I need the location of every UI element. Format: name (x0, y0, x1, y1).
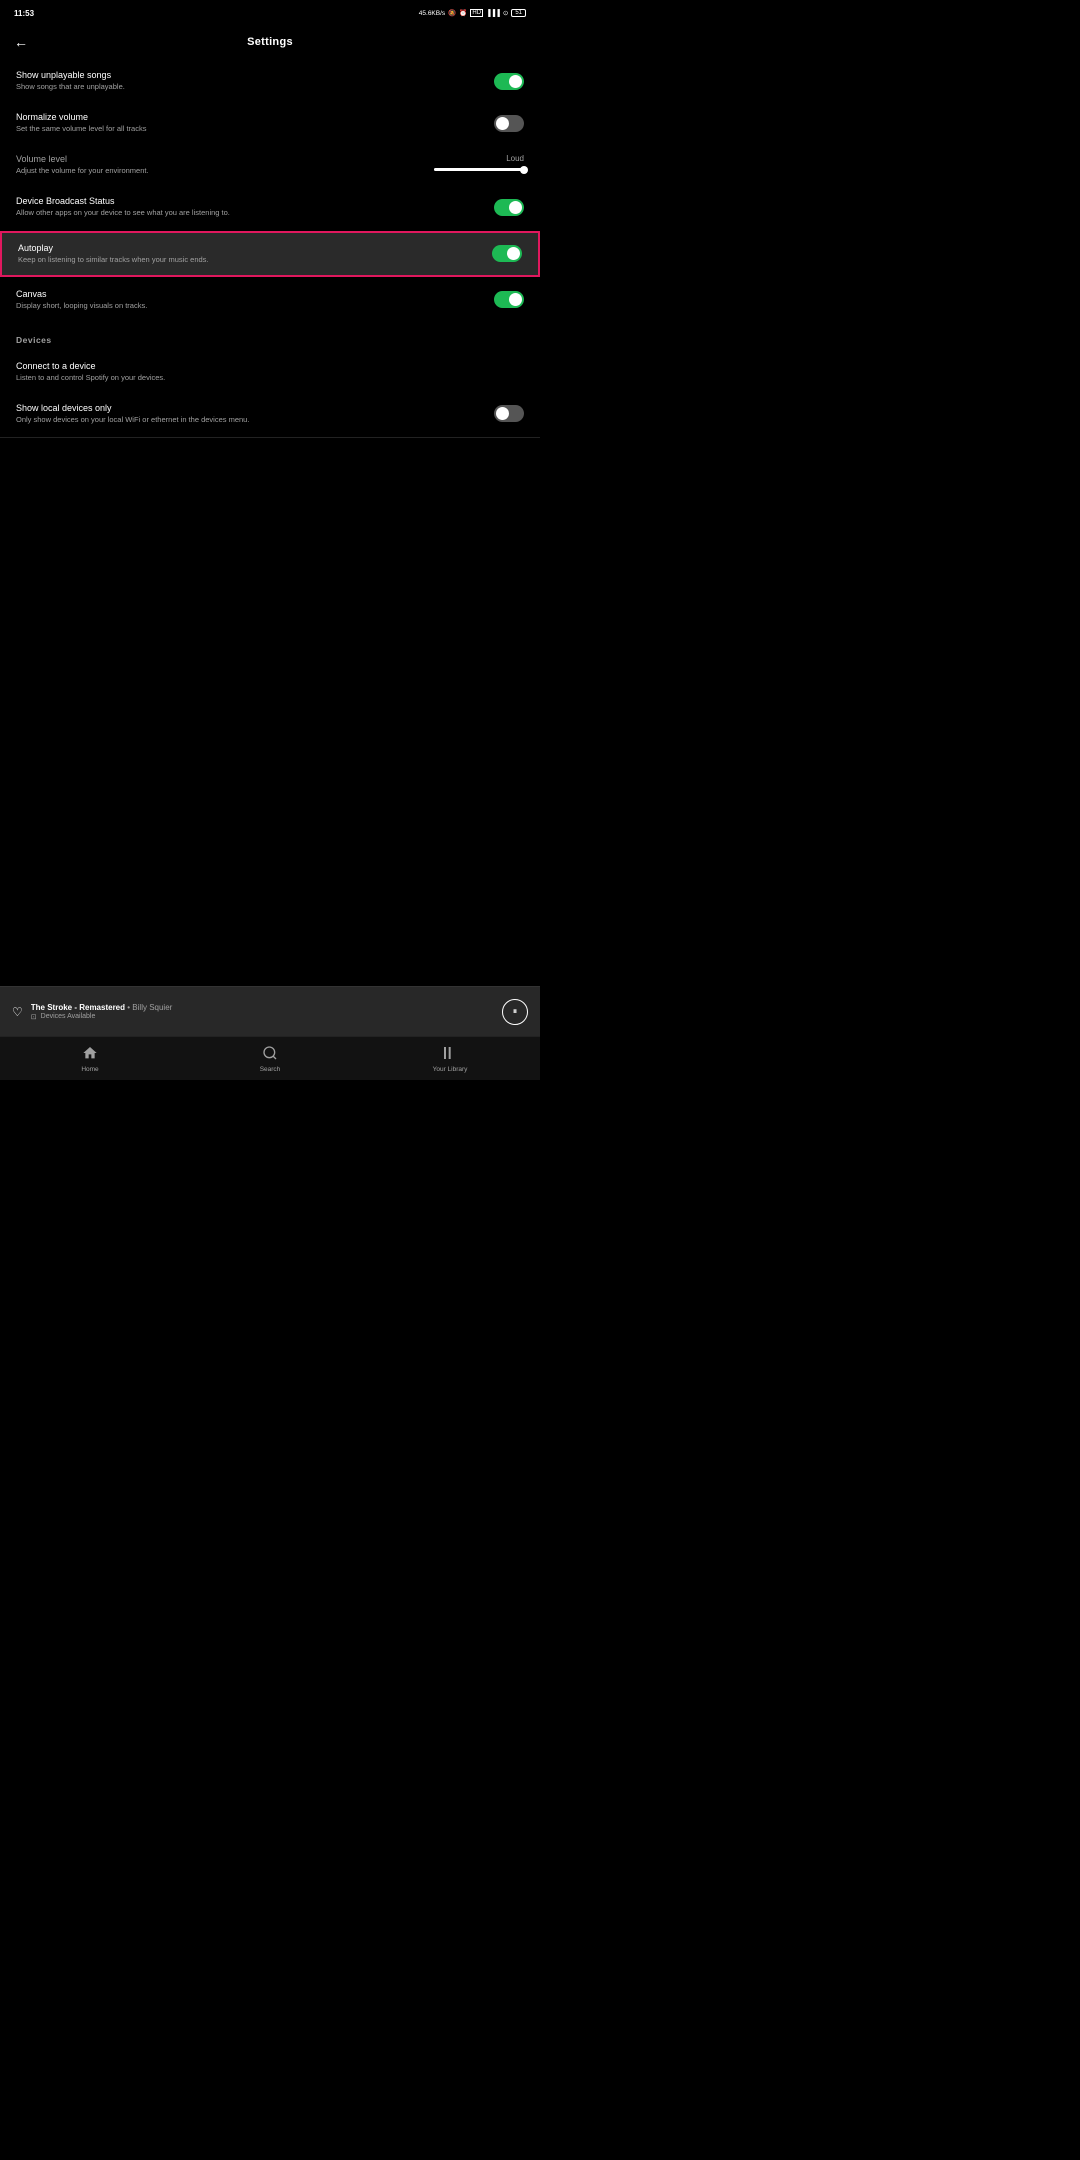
setting-label-volume: Volume level (16, 154, 422, 164)
setting-label-autoplay: Autoplay (18, 243, 480, 253)
bottom-divider (0, 437, 540, 438)
section-header-devices: Devices (0, 321, 540, 351)
toggle-show-unplayable[interactable] (494, 73, 524, 90)
setting-label-broadcast: Device Broadcast Status (16, 196, 482, 206)
nav-home[interactable]: Home (0, 1045, 180, 1073)
toggle-autoplay[interactable] (492, 245, 522, 262)
setting-desc-show-unplayable: Show songs that are unplayable. (16, 82, 482, 92)
wifi-icon: ⊙ (503, 9, 508, 17)
setting-desc-normalize: Set the same volume level for all tracks (16, 124, 482, 134)
toggle-knob-show-unplayable (509, 75, 522, 88)
settings-content: Show unplayable songs Show songs that ar… (0, 60, 540, 986)
nav-home-label: Home (81, 1066, 98, 1073)
toggle-local-devices[interactable] (494, 405, 524, 422)
toggle-knob-broadcast (509, 201, 522, 214)
setting-autoplay: Autoplay Keep on listening to similar tr… (0, 231, 540, 277)
nav-search-label: Search (260, 1066, 281, 1073)
heart-button[interactable]: ♡ (12, 1005, 23, 1019)
setting-desc-connect: Listen to and control Spotify on your de… (16, 373, 512, 383)
setting-label-show-unplayable: Show unplayable songs (16, 70, 482, 80)
status-right: 45.6KB/s 🔕 ⏰ HD ▐▐▐ ⊙ 51 (419, 9, 526, 17)
bottom-nav: Home Search Your Library (0, 1036, 540, 1080)
nav-library-label: Your Library (433, 1066, 468, 1073)
pause-button[interactable]: ⏸ (502, 999, 528, 1025)
mute-icon: 🔕 (448, 9, 456, 17)
setting-show-unplayable: Show unplayable songs Show songs that ar… (0, 60, 540, 102)
volume-level-value: Loud (506, 154, 524, 163)
devices-icon: ⊡ (31, 1013, 37, 1021)
library-icon (442, 1045, 458, 1064)
toggle-normalize[interactable] (494, 115, 524, 132)
setting-desc-local: Only show devices on your local WiFi or … (16, 415, 482, 425)
setting-label-normalize: Normalize volume (16, 112, 482, 122)
toggle-knob-autoplay (507, 247, 520, 260)
status-bar: 11:53 45.6KB/s 🔕 ⏰ HD ▐▐▐ ⊙ 51 (0, 0, 540, 24)
volume-thumb (520, 166, 528, 174)
nav-library[interactable]: Your Library (360, 1045, 540, 1073)
home-icon (82, 1045, 98, 1064)
setting-label-connect: Connect to a device (16, 361, 512, 371)
setting-device-broadcast: Device Broadcast Status Allow other apps… (0, 186, 540, 228)
page-title: Settings (247, 36, 293, 48)
setting-label-local: Show local devices only (16, 403, 482, 413)
setting-desc-broadcast: Allow other apps on your device to see w… (16, 208, 482, 218)
setting-label-canvas: Canvas (16, 289, 482, 299)
hd-icon: HD (470, 9, 483, 17)
back-button[interactable]: ← (14, 34, 28, 50)
status-time: 11:53 (14, 9, 34, 18)
mini-player-track: The Stroke - Remastered • Billy Squier (31, 1003, 494, 1012)
toggle-canvas[interactable] (494, 291, 524, 308)
toggle-knob-normalize (496, 117, 509, 130)
setting-volume-level: Volume level Adjust the volume for your … (0, 144, 540, 186)
network-speed: 45.6KB/s (419, 10, 445, 17)
toggle-knob-canvas (509, 293, 522, 306)
search-icon (262, 1045, 278, 1064)
toggle-broadcast[interactable] (494, 199, 524, 216)
setting-canvas: Canvas Display short, looping visuals on… (0, 279, 540, 321)
setting-normalize-volume: Normalize volume Set the same volume lev… (0, 102, 540, 144)
volume-fill (434, 168, 524, 171)
setting-local-devices: Show local devices only Only show device… (0, 393, 540, 435)
header: ← Settings (0, 24, 540, 60)
setting-desc-autoplay: Keep on listening to similar tracks when… (18, 255, 480, 265)
volume-slider[interactable] (434, 168, 524, 171)
alarm-icon: ⏰ (459, 9, 467, 17)
setting-desc-volume: Adjust the volume for your environment. (16, 166, 422, 176)
signal-icon: ▐▐▐ (486, 10, 500, 17)
mini-player-subtitle: ⊡ Devices Available (31, 1013, 494, 1021)
pause-icon: ⏸ (513, 1006, 518, 1017)
setting-desc-canvas: Display short, looping visuals on tracks… (16, 301, 482, 311)
mini-player: ♡ The Stroke - Remastered • Billy Squier… (0, 986, 540, 1036)
nav-search[interactable]: Search (180, 1045, 360, 1073)
setting-connect-device[interactable]: Connect to a device Listen to and contro… (0, 351, 540, 393)
toggle-knob-local (496, 407, 509, 420)
battery-icon: 51 (511, 9, 526, 17)
